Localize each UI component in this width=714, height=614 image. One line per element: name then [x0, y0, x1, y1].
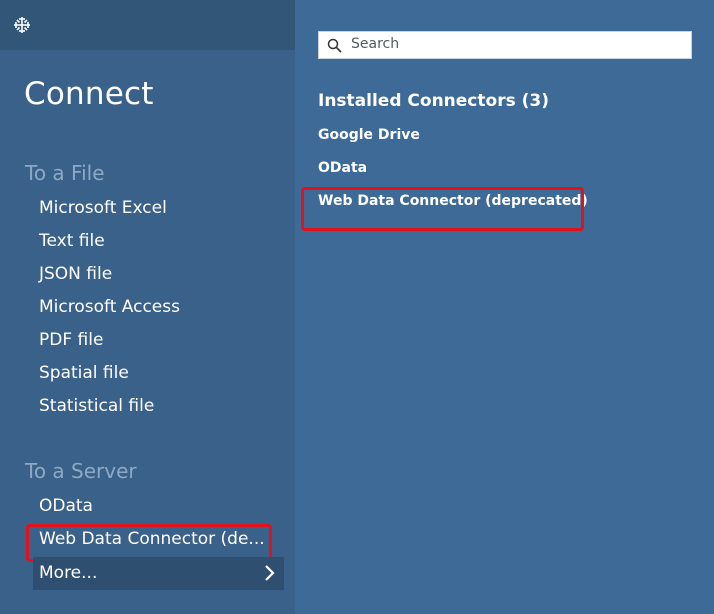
file-item-microsoft-excel[interactable]: Microsoft Excel [39, 198, 167, 218]
connect-title: Connect [24, 76, 154, 112]
chevron-right-icon [263, 564, 275, 586]
connect-panel: Connect To a File Microsoft Excel Text f… [0, 0, 295, 614]
file-item-pdf-file[interactable]: PDF file [39, 330, 103, 350]
file-item-json-file[interactable]: JSON file [39, 264, 112, 284]
installed-connectors-title: Installed Connectors (3) [318, 91, 549, 111]
section-to-a-server: To a Server [25, 459, 137, 483]
file-item-statistical-file[interactable]: Statistical file [39, 396, 154, 416]
file-item-spatial-file[interactable]: Spatial file [39, 363, 129, 383]
connector-web-data-connector[interactable]: Web Data Connector (deprecated) [318, 193, 588, 209]
tableau-logo-icon[interactable] [12, 15, 32, 35]
connector-google-drive[interactable]: Google Drive [318, 127, 420, 143]
section-to-a-file: To a File [25, 161, 105, 185]
search-input[interactable] [351, 34, 681, 54]
file-item-microsoft-access[interactable]: Microsoft Access [39, 297, 180, 317]
connector-odata[interactable]: OData [318, 160, 367, 176]
server-item-web-data-connector[interactable]: Web Data Connector (de... [39, 529, 265, 549]
top-bar [0, 0, 295, 50]
search-icon [327, 38, 342, 57]
search-box[interactable] [318, 31, 692, 59]
more-servers-button[interactable]: More... [33, 557, 284, 590]
server-item-odata[interactable]: OData [39, 496, 93, 516]
file-item-text-file[interactable]: Text file [39, 231, 105, 251]
more-label: More... [39, 563, 98, 583]
